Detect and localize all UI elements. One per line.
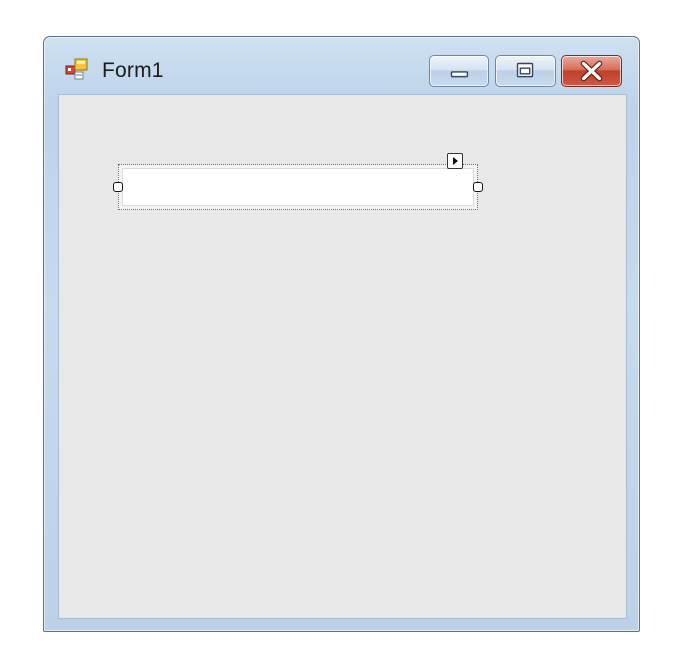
maximize-icon (516, 62, 534, 78)
smart-tag-button[interactable] (447, 153, 463, 169)
form-client-area[interactable] (58, 94, 627, 619)
resize-handle-right[interactable] (473, 182, 483, 192)
close-icon (580, 60, 603, 82)
title-bar[interactable]: Form1 (44, 37, 639, 93)
close-button[interactable] (561, 55, 622, 87)
smart-tag-arrow-icon (453, 157, 458, 165)
window-title: Form1 (102, 59, 164, 82)
minimize-button[interactable] (429, 55, 489, 87)
maximize-button[interactable] (495, 55, 556, 87)
app-icon[interactable] (65, 57, 91, 81)
resize-handle-left[interactable] (113, 182, 123, 192)
form-window: Form1 (43, 36, 640, 632)
textbox-selection-frame[interactable] (113, 153, 483, 210)
textbox-input[interactable] (122, 168, 474, 206)
minimize-icon (450, 71, 469, 78)
